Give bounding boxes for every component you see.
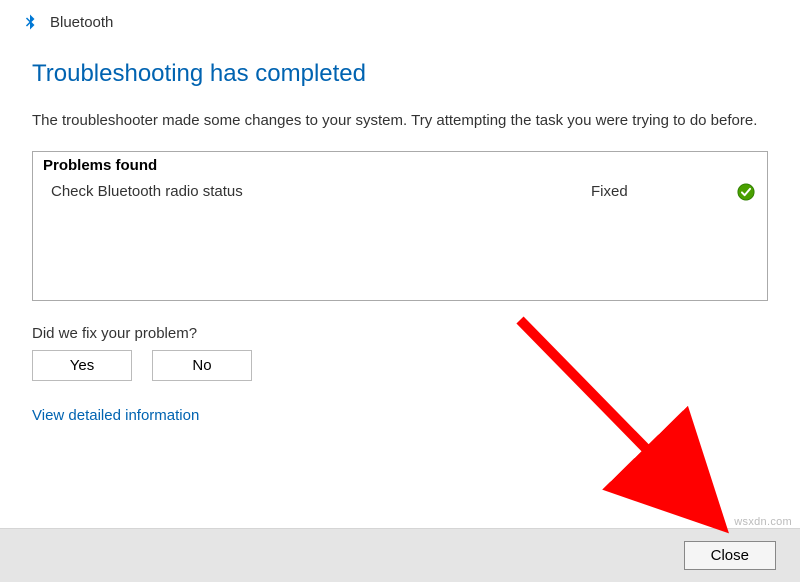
content-area: Troubleshooting has completed The troubl… bbox=[0, 40, 800, 424]
watermark-text: wsxdn.com bbox=[734, 516, 792, 528]
description-text: The troubleshooter made some changes to … bbox=[32, 110, 768, 133]
yes-no-row: Yes No bbox=[32, 350, 768, 381]
titlebar: Bluetooth bbox=[0, 0, 800, 40]
view-detailed-link[interactable]: View detailed information bbox=[32, 407, 199, 424]
fix-question-text: Did we fix your problem? bbox=[32, 325, 768, 342]
no-button[interactable]: No bbox=[152, 350, 252, 381]
problems-found-box: Problems found Check Bluetooth radio sta… bbox=[32, 151, 768, 301]
problem-name: Check Bluetooth radio status bbox=[51, 183, 591, 200]
page-heading: Troubleshooting has completed bbox=[32, 60, 768, 88]
yes-button[interactable]: Yes bbox=[32, 350, 132, 381]
problem-status: Fixed bbox=[591, 183, 731, 200]
problem-row: Check Bluetooth radio status Fixed bbox=[33, 179, 767, 205]
fixed-check-icon bbox=[731, 183, 755, 201]
footer-bar: Close bbox=[0, 528, 800, 582]
problems-header: Problems found bbox=[33, 152, 767, 179]
app-name: Bluetooth bbox=[50, 14, 113, 31]
close-button[interactable]: Close bbox=[684, 541, 776, 570]
bluetooth-icon bbox=[20, 12, 40, 32]
